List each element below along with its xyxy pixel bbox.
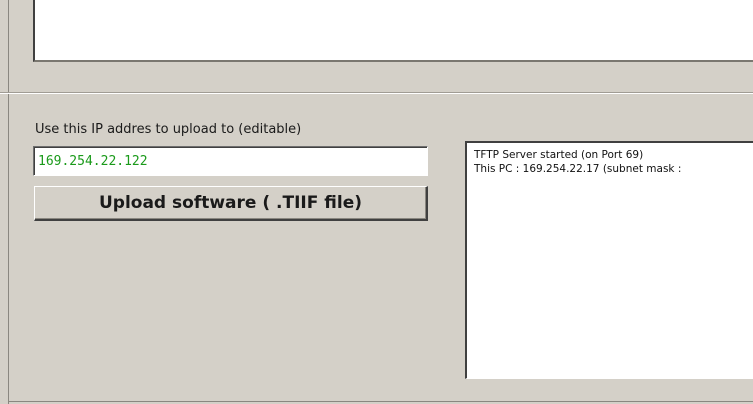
ip-address-input[interactable] [33,146,428,176]
panel-border [8,0,9,92]
panel-border [8,94,9,404]
ip-address-label: Use this IP addres to upload to (editabl… [35,122,302,137]
top-text-area[interactable] [33,0,753,62]
log-line: TFTP Server started (on Port 69) [474,149,644,161]
app-window: Use this IP addres to upload to (editabl… [0,0,753,404]
log-output[interactable]: TFTP Server started (on Port 69) This PC… [465,141,753,379]
upload-panel: Use this IP addres to upload to (editabl… [0,93,753,404]
panel-border [8,401,753,402]
top-panel [0,0,753,93]
upload-software-button[interactable]: Upload software ( .TIIF file) [34,186,428,221]
log-line: This PC : 169.254.22.17 (subnet mask : [474,163,682,175]
